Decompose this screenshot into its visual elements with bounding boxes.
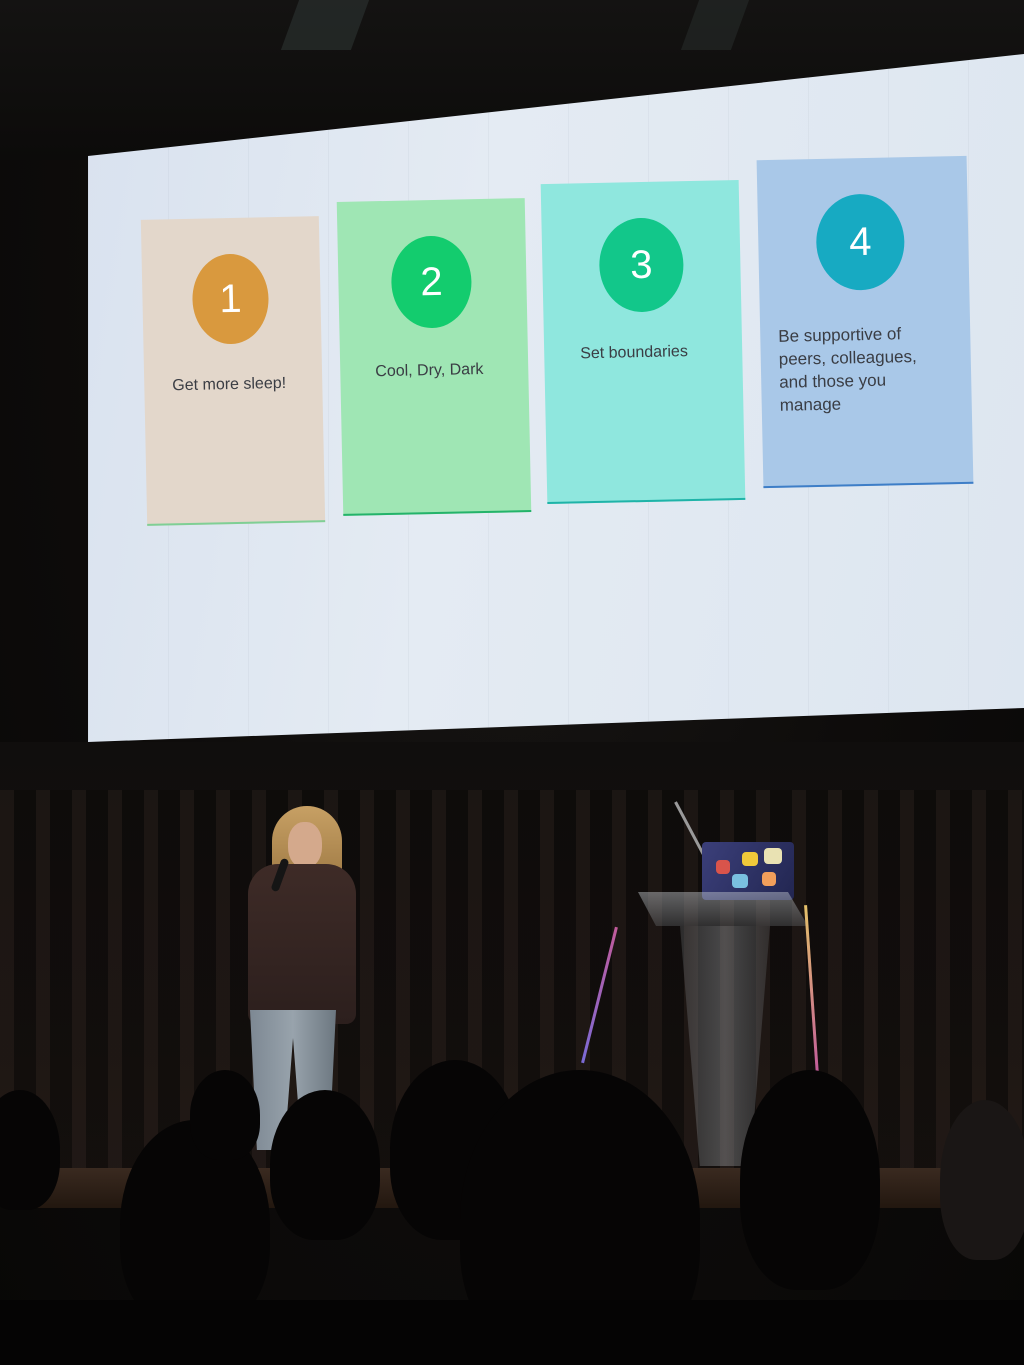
laptop-sticker	[732, 874, 748, 888]
laptop-sticker	[742, 852, 758, 866]
audience-shoulders	[0, 1300, 1024, 1365]
slide-card-2: 2 Cool, Dry, Dark	[336, 198, 532, 516]
number-badge: 4	[815, 193, 906, 291]
slide-card-3: 3 Set boundaries	[540, 179, 746, 505]
card-text: Cool, Dry, Dark	[375, 360, 484, 381]
conference-talk-photo: 1 Get more sleep! 2 Cool, Dry, Dark 3 Se…	[0, 0, 1024, 1365]
speaker-face	[288, 822, 322, 868]
number-badge: 3	[598, 217, 685, 313]
laptop	[702, 842, 794, 900]
laptop-sticker	[764, 848, 782, 864]
light-rig	[280, 0, 370, 50]
audience-head	[270, 1090, 380, 1240]
projection-screen: 1 Get more sleep! 2 Cool, Dry, Dark 3 Se…	[88, 54, 1024, 742]
audience-head	[740, 1070, 880, 1290]
number-badge: 2	[390, 235, 473, 329]
audience	[0, 1050, 1024, 1365]
card-text: Set boundaries	[580, 343, 689, 363]
audience-head	[940, 1100, 1024, 1260]
laptop-sticker	[762, 872, 776, 886]
card-text: Be supportive of peers, colleagues, and …	[778, 324, 917, 415]
slide-card-4: 4 Be supportive of peers, colleagues, an…	[756, 155, 974, 489]
card-text: Get more sleep!	[172, 374, 287, 395]
audience-head	[0, 1090, 60, 1210]
number-badge: 1	[191, 253, 270, 345]
slide: 1 Get more sleep! 2 Cool, Dry, Dark 3 Se…	[88, 54, 1024, 742]
speaker-top	[248, 864, 356, 1024]
light-rig	[680, 0, 750, 50]
slide-card-1: 1 Get more sleep!	[140, 216, 326, 526]
podium-top	[638, 892, 808, 926]
laptop-sticker	[716, 860, 730, 874]
audience-head	[190, 1070, 260, 1160]
